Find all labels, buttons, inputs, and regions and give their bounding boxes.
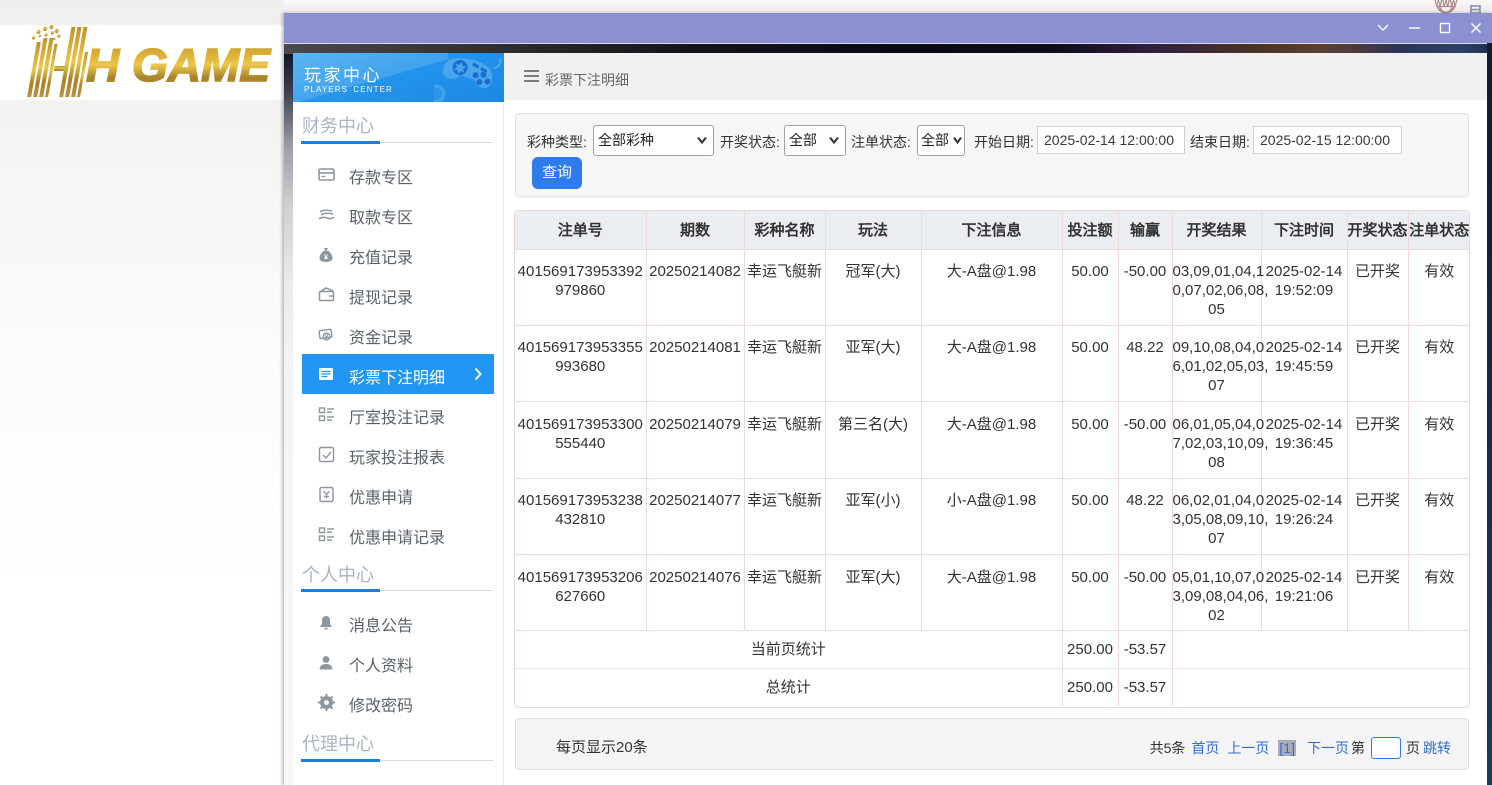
svg-text:¥: ¥ <box>325 334 329 341</box>
svg-text:H GAME: H GAME <box>86 39 271 91</box>
